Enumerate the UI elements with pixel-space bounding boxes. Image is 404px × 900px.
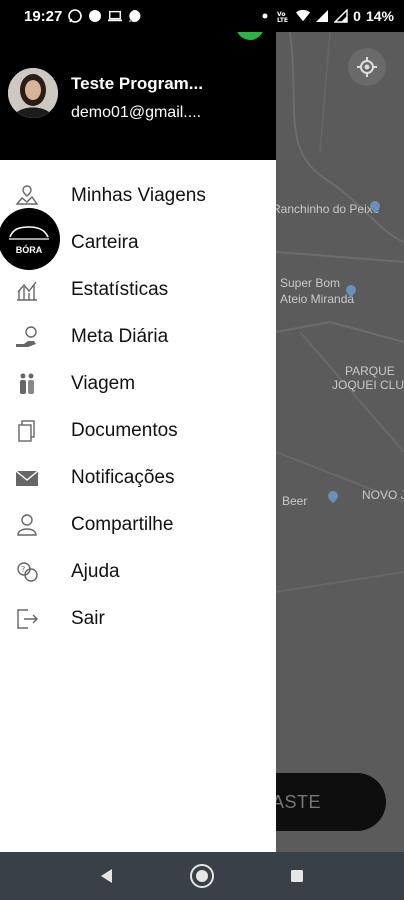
system-nav-bar — [0, 852, 404, 900]
menu-item-estatisticas[interactable]: Estatísticas — [0, 266, 276, 313]
trips-map-icon — [14, 183, 40, 209]
person-icon — [14, 512, 40, 538]
navigation-drawer: Teste Program... demo01@gmail.... Minhas… — [0, 32, 276, 852]
menu-item-sair[interactable]: Sair — [0, 595, 276, 642]
laptop-icon — [108, 9, 123, 23]
recents-square-icon — [290, 870, 303, 882]
battery-percent: 14% — [365, 8, 394, 24]
dot-icon — [258, 9, 272, 23]
map-label: Ranchinho do Peixe — [272, 202, 380, 216]
menu-item-label: Documentos — [71, 419, 178, 441]
logo-text: BÓRA — [15, 245, 43, 255]
signal-2-icon — [334, 9, 348, 23]
map-label: Beer — [282, 494, 308, 508]
documents-icon — [14, 418, 40, 444]
svg-text:LTE: LTE — [277, 17, 288, 23]
chart-icon — [14, 277, 40, 303]
menu-item-label: Minhas Viagens — [71, 184, 206, 206]
menu-item-viagem[interactable]: Viagem — [0, 360, 276, 407]
menu-item-ajuda[interactable]: ? Ajuda — [0, 548, 276, 595]
drawer-header: Teste Program... demo01@gmail.... — [0, 32, 276, 160]
bottom-action-label: ASTE — [272, 791, 322, 812]
back-button[interactable] — [92, 861, 122, 891]
my-location-button[interactable] — [348, 48, 386, 86]
map-pin-icon — [328, 491, 338, 503]
battery-level: 0 — [353, 8, 361, 24]
menu-item-notificacoes[interactable]: Notificações — [0, 454, 276, 501]
bora-logo: BÓRA — [0, 208, 60, 270]
help-icon: ? — [14, 559, 40, 585]
svg-text:?: ? — [21, 565, 25, 574]
status-bar: 19:27 Vo LTE 0 14% — [0, 0, 404, 32]
goal-money-icon — [14, 324, 40, 350]
car-logo-icon — [9, 226, 49, 240]
notification-dot-icon — [88, 9, 102, 23]
avatar[interactable] — [8, 68, 58, 118]
logout-icon — [14, 606, 40, 632]
map-label: Ateio Miranda — [280, 292, 355, 306]
wifi-icon — [296, 9, 311, 23]
map-pin-icon — [370, 201, 380, 213]
menu-item-label: Estatísticas — [71, 278, 169, 300]
map-label: Super Bom — [280, 276, 341, 290]
home-circle-icon — [189, 864, 214, 888]
crosshair-icon — [357, 57, 377, 77]
travelers-icon — [14, 371, 40, 397]
whatsapp-icon — [68, 9, 83, 23]
map-label: JOQUEI CLUB — [332, 378, 404, 392]
menu-item-label: Sair — [71, 607, 105, 629]
user-email: demo01@gmail.... — [71, 104, 202, 121]
signal-icon — [315, 9, 329, 23]
back-triangle-icon — [101, 869, 113, 883]
menu-item-meta-diaria[interactable]: Meta Diária — [0, 313, 276, 360]
map-label: PARQUE — [345, 364, 395, 378]
menu-item-label: Carteira — [71, 231, 139, 253]
recents-button[interactable] — [282, 861, 312, 891]
volte-icon: Vo LTE — [277, 9, 291, 23]
menu-item-label: Ajuda — [71, 560, 120, 582]
menu-item-label: Viagem — [71, 372, 136, 394]
menu-item-documentos[interactable]: Documentos — [0, 407, 276, 454]
menu-item-compartilhe[interactable]: Compartilhe — [0, 501, 276, 548]
profile-photo — [8, 68, 58, 118]
envelope-icon — [14, 465, 40, 491]
map-pin-icon — [346, 285, 356, 297]
menu-item-label: Notificações — [71, 466, 175, 488]
status-time: 19:27 — [24, 7, 63, 25]
menu-item-label: Compartilhe — [71, 513, 174, 535]
menu-item-label: Meta Diária — [71, 325, 169, 347]
home-button[interactable] — [187, 861, 217, 891]
map-label: NOVO J — [362, 488, 404, 502]
user-name: Teste Program... — [71, 74, 203, 93]
message-bubble-icon — [128, 9, 142, 23]
